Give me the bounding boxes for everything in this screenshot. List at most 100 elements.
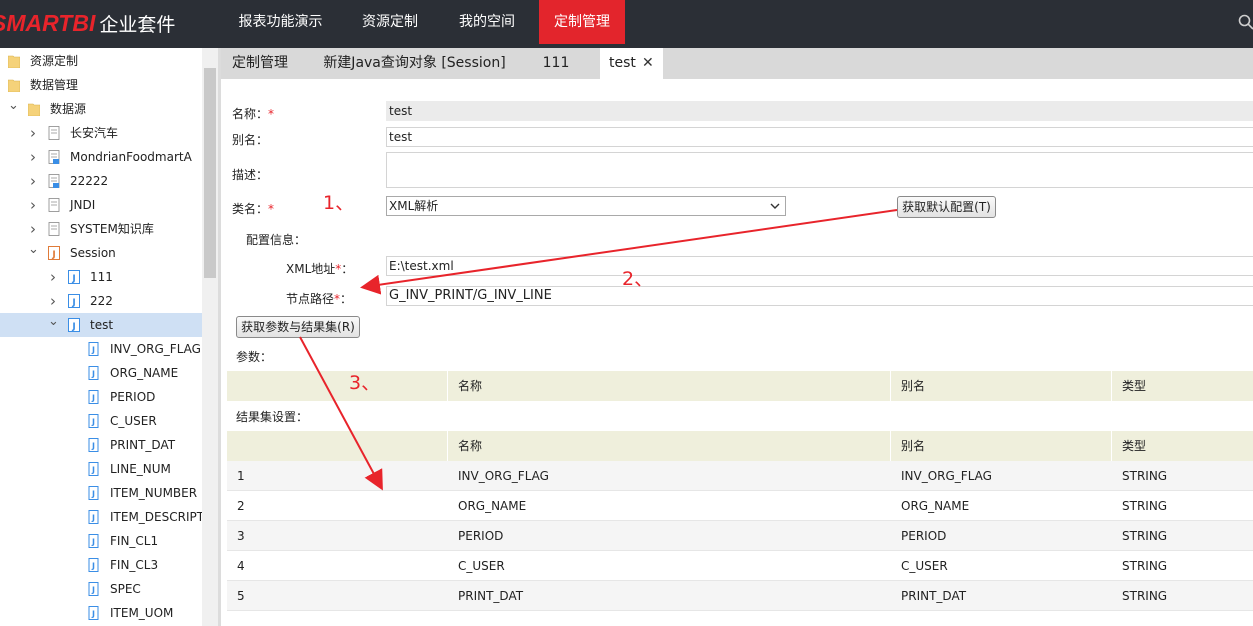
- results-col-alias[interactable]: 别名: [891, 431, 925, 461]
- chevron-right-icon[interactable]: ›: [28, 145, 38, 169]
- tab-111[interactable]: 111: [531, 48, 581, 79]
- sidebar-item-label: ITEM_UOM: [110, 606, 174, 620]
- table-row[interactable]: 5 PRINT_DAT PRINT_DAT STRING: [227, 581, 1253, 611]
- get-default-config-button[interactable]: 获取默认配置(T): [897, 196, 996, 218]
- sidebar-item-16[interactable]: J PRINT_DAT: [0, 433, 202, 457]
- node-path-field[interactable]: G_INV_PRINT/G_INV_LINE: [386, 286, 1253, 306]
- sidebar-item-5[interactable]: › 22222: [0, 169, 202, 193]
- sidebar-item-9[interactable]: › J 111: [0, 265, 202, 289]
- close-icon[interactable]: ✕: [642, 48, 654, 79]
- row-type: STRING: [1122, 559, 1168, 573]
- svg-text:J: J: [91, 490, 95, 499]
- chevron-right-icon[interactable]: ›: [48, 265, 58, 289]
- sidebar-item-20[interactable]: J FIN_CL1: [0, 529, 202, 553]
- class-select[interactable]: XML解析: [386, 196, 786, 216]
- params-col-name[interactable]: 名称: [448, 371, 482, 401]
- row-type: STRING: [1122, 469, 1168, 483]
- sidebar-item-13[interactable]: J ORG_NAME: [0, 361, 202, 385]
- tab-new-java-query[interactable]: 新建Java查询对象 [Session]: [317, 48, 512, 79]
- name-field[interactable]: test: [386, 101, 1253, 121]
- sidebar-item-14[interactable]: J PERIOD: [0, 385, 202, 409]
- sidebar-item-12[interactable]: J INV_ORG_FLAG: [0, 337, 202, 361]
- sidebar-item-11[interactable]: ⌄ Jtest: [0, 313, 202, 337]
- database-icon: [48, 174, 60, 188]
- sidebar-item-21[interactable]: J FIN_CL3: [0, 553, 202, 577]
- table-row[interactable]: 1 INV_ORG_FLAG INV_ORG_FLAG STRING: [227, 461, 1253, 491]
- sidebar-item-0[interactable]: 资源定制: [0, 49, 202, 73]
- nav-item-my-space[interactable]: 我的空间: [442, 0, 532, 44]
- table-row[interactable]: 2 ORG_NAME ORG_NAME STRING: [227, 491, 1253, 521]
- results-col-name[interactable]: 名称: [448, 431, 482, 461]
- tab-custom-management[interactable]: 定制管理: [221, 48, 299, 79]
- node-path-label: 节点路径*：: [286, 292, 353, 306]
- sidebar-item-label: INV_ORG_FLAG: [110, 342, 201, 356]
- sidebar-item-15[interactable]: J C_USER: [0, 409, 202, 433]
- row-name: PRINT_DAT: [458, 589, 524, 603]
- chevron-right-icon[interactable]: ›: [28, 217, 38, 241]
- params-grid-header: 名称 别名 类型: [227, 371, 1253, 401]
- sidebar-item-label: 222: [90, 294, 113, 308]
- description-field[interactable]: [386, 152, 1253, 188]
- database-icon: [48, 126, 60, 140]
- sidebar-item-23[interactable]: J ITEM_UOM: [0, 601, 202, 625]
- sidebar-item-22[interactable]: J SPEC: [0, 577, 202, 601]
- row-type: STRING: [1122, 589, 1168, 603]
- sidebar-item-17[interactable]: J LINE_NUM: [0, 457, 202, 481]
- tab-bar: 定制管理 新建Java查询对象 [Session] 111 test ✕: [221, 48, 1253, 79]
- folder-icon: [8, 79, 20, 92]
- search-icon[interactable]: [1238, 14, 1253, 30]
- sidebar-item-10[interactable]: › J 222: [0, 289, 202, 313]
- nav-item-custom-management[interactable]: 定制管理: [539, 0, 625, 44]
- chevron-down-icon[interactable]: ⌄: [8, 97, 19, 121]
- sidebar-item-6[interactable]: › JNDI: [0, 193, 202, 217]
- tab-test-label: test: [609, 55, 636, 71]
- sidebar-item-2[interactable]: ⌄ 数据源: [0, 97, 202, 121]
- sidebar-item-19[interactable]: J ITEM_DESCRIPT: [0, 505, 202, 529]
- params-col-alias[interactable]: 别名: [891, 371, 925, 401]
- sidebar-item-label: PRINT_DAT: [110, 438, 176, 452]
- xml-address-label: XML地址*：: [286, 262, 354, 276]
- sidebar-item-3[interactable]: › 长安汽车: [0, 121, 202, 145]
- chevron-right-icon[interactable]: ›: [28, 193, 38, 217]
- alias-label: 别名：: [232, 133, 269, 147]
- svg-text:J: J: [91, 514, 95, 523]
- svg-text:J: J: [91, 442, 95, 451]
- sidebar-scroll-thumb[interactable]: [204, 68, 216, 278]
- sidebar-item-4[interactable]: › MondrianFoodmartA: [0, 145, 202, 169]
- svg-text:J: J: [91, 346, 95, 355]
- sidebar-item-8[interactable]: ⌄ J Session: [0, 241, 202, 265]
- tab-test[interactable]: test ✕: [600, 48, 663, 79]
- xml-address-field[interactable]: E:\test.xml: [386, 256, 1253, 276]
- alias-field[interactable]: test: [386, 127, 1253, 147]
- nav-item-resource-custom[interactable]: 资源定制: [345, 0, 435, 44]
- database-icon: [48, 198, 60, 212]
- sidebar-item-1[interactable]: 数据管理: [0, 73, 202, 97]
- table-row[interactable]: 4 C_USER C_USER STRING: [227, 551, 1253, 581]
- chevron-right-icon[interactable]: ›: [28, 121, 38, 145]
- table-row[interactable]: 3 PERIOD PERIOD STRING: [227, 521, 1253, 551]
- folder-icon: [28, 103, 40, 116]
- get-params-and-results-button[interactable]: 获取参数与结果集(R): [236, 316, 360, 338]
- svg-text:J: J: [91, 418, 95, 427]
- sidebar-scrollbar[interactable]: [202, 48, 218, 626]
- chevron-down-icon[interactable]: ⌄: [48, 313, 59, 337]
- field-icon: J: [88, 606, 99, 620]
- svg-text:J: J: [91, 610, 95, 619]
- results-col-type[interactable]: 类型: [1112, 431, 1146, 461]
- class-select-value: XML解析: [389, 199, 439, 213]
- row-index: 5: [237, 589, 245, 603]
- sidebar-item-18[interactable]: J ITEM_NUMBER: [0, 481, 202, 505]
- annotation-step-1: 1、: [323, 192, 355, 214]
- sidebar-item-label: 资源定制: [30, 54, 79, 68]
- chevron-right-icon[interactable]: ›: [48, 289, 58, 313]
- sidebar-item-7[interactable]: › SYSTEM知识库: [0, 217, 202, 241]
- chevron-down-icon[interactable]: ⌄: [28, 241, 39, 265]
- sidebar-item-label: FIN_CL3: [110, 558, 159, 572]
- chevron-right-icon[interactable]: ›: [28, 169, 38, 193]
- sidebar-item-label: ITEM_DESCRIPT: [110, 510, 202, 524]
- svg-text:J: J: [91, 466, 95, 475]
- params-col-type[interactable]: 类型: [1112, 371, 1146, 401]
- row-index: 2: [237, 499, 245, 513]
- nav-item-report-demo[interactable]: 报表功能演示: [223, 0, 338, 44]
- row-name: C_USER: [458, 559, 505, 573]
